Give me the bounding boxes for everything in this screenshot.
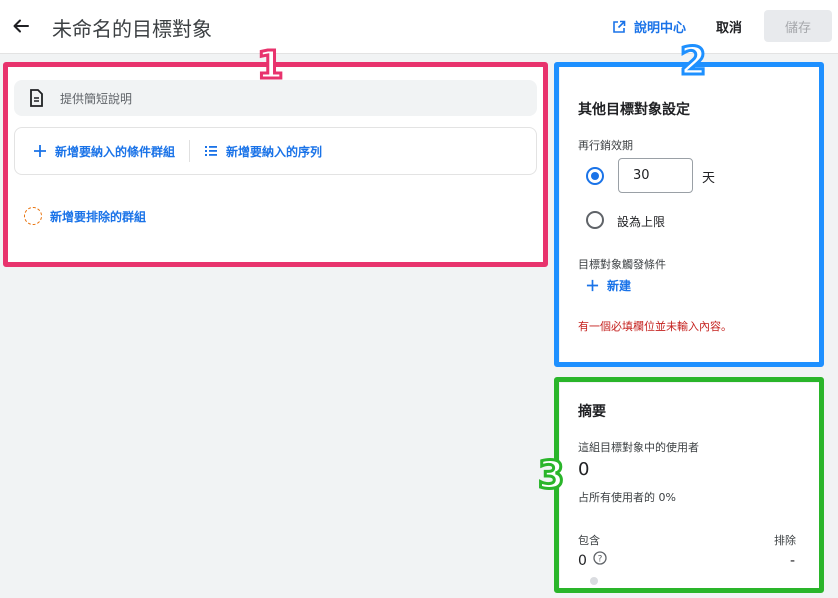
max-limit-radio[interactable] — [586, 211, 604, 229]
include-value: 0 — [578, 553, 587, 569]
add-include-sequence-label: 新增要納入的序列 — [226, 144, 323, 159]
add-exclude-group-label: 新增要排除的群組 — [50, 209, 147, 224]
audience-users-percent: 占所有使用者的 0% — [578, 491, 676, 504]
include-label: 包含 — [578, 534, 600, 547]
new-trigger-button[interactable]: 新建 — [586, 277, 631, 294]
description-placeholder: 提供簡短說明 — [60, 91, 133, 106]
plus-icon — [34, 145, 46, 157]
exclude-label: 排除 — [774, 534, 796, 547]
chart-dot — [590, 577, 598, 585]
annotation-number-3: 3 — [536, 453, 566, 497]
membership-duration-label: 再行銷效期 — [578, 139, 633, 152]
new-trigger-label: 新建 — [607, 279, 632, 293]
help-center-link[interactable]: 說明中心 — [612, 17, 686, 36]
audience-users-value: 0 — [578, 459, 590, 480]
required-field-error: 有一個必填欄位並未輸入內容。 — [578, 320, 732, 333]
audience-users-label: 這組目標對象中的使用者 — [578, 441, 699, 454]
page-title: 未命名的目標對象 — [52, 17, 212, 41]
duration-unit-label: 天 — [702, 171, 716, 186]
audience-trigger-label: 目標對象觸發條件 — [578, 258, 666, 271]
cancel-button[interactable]: 取消 — [716, 17, 742, 36]
summary-title: 摘要 — [578, 404, 606, 420]
annotation-number-2: 2 — [678, 39, 708, 83]
help-center-label: 說明中心 — [634, 21, 687, 36]
back-arrow-icon[interactable] — [8, 13, 34, 39]
dashed-circle-icon — [24, 207, 42, 225]
list-icon — [205, 146, 218, 156]
annotation-number-1: 1 — [255, 43, 285, 87]
max-limit-label: 設為上限 — [617, 215, 666, 229]
add-include-condition-group-button[interactable]: 新增要納入的條件群組 — [33, 143, 175, 160]
duration-days-input[interactable] — [618, 158, 693, 193]
exclude-value: - — [790, 553, 796, 569]
top-app-bar: 未命名的目標對象 說明中心 取消 儲存 — [0, 0, 838, 54]
svg-text:?: ? — [598, 555, 603, 565]
add-include-sequence-button[interactable]: 新增要納入的序列 — [204, 143, 322, 160]
add-exclude-group-button[interactable]: 新增要排除的群組 — [24, 207, 146, 225]
plus-icon — [586, 279, 599, 292]
audience-conditions-card: 提供簡短說明 新增要納入的條件群組 新增要納入的序列 新增要排除的群組 — [6, 66, 545, 264]
save-button[interactable]: 儲存 — [764, 10, 832, 42]
audience-settings-card: 其他目標對象設定 再行銷效期 天 設為上限 目標對象觸發條件 新建 有一個必填欄… — [560, 67, 820, 364]
help-icon[interactable]: ? — [593, 551, 607, 565]
summary-card: 摘要 這組目標對象中的使用者 0 占所有使用者的 0% 包含 排除 0 ? - — [560, 383, 820, 589]
open-in-new-icon — [613, 20, 626, 33]
document-icon — [30, 89, 43, 107]
duration-days-radio[interactable] — [586, 167, 604, 185]
add-include-condition-group-label: 新增要納入的條件群組 — [55, 144, 176, 159]
settings-title: 其他目標對象設定 — [578, 102, 690, 118]
include-actions-row: 新增要納入的條件群組 新增要納入的序列 — [14, 127, 537, 175]
divider — [189, 140, 191, 162]
